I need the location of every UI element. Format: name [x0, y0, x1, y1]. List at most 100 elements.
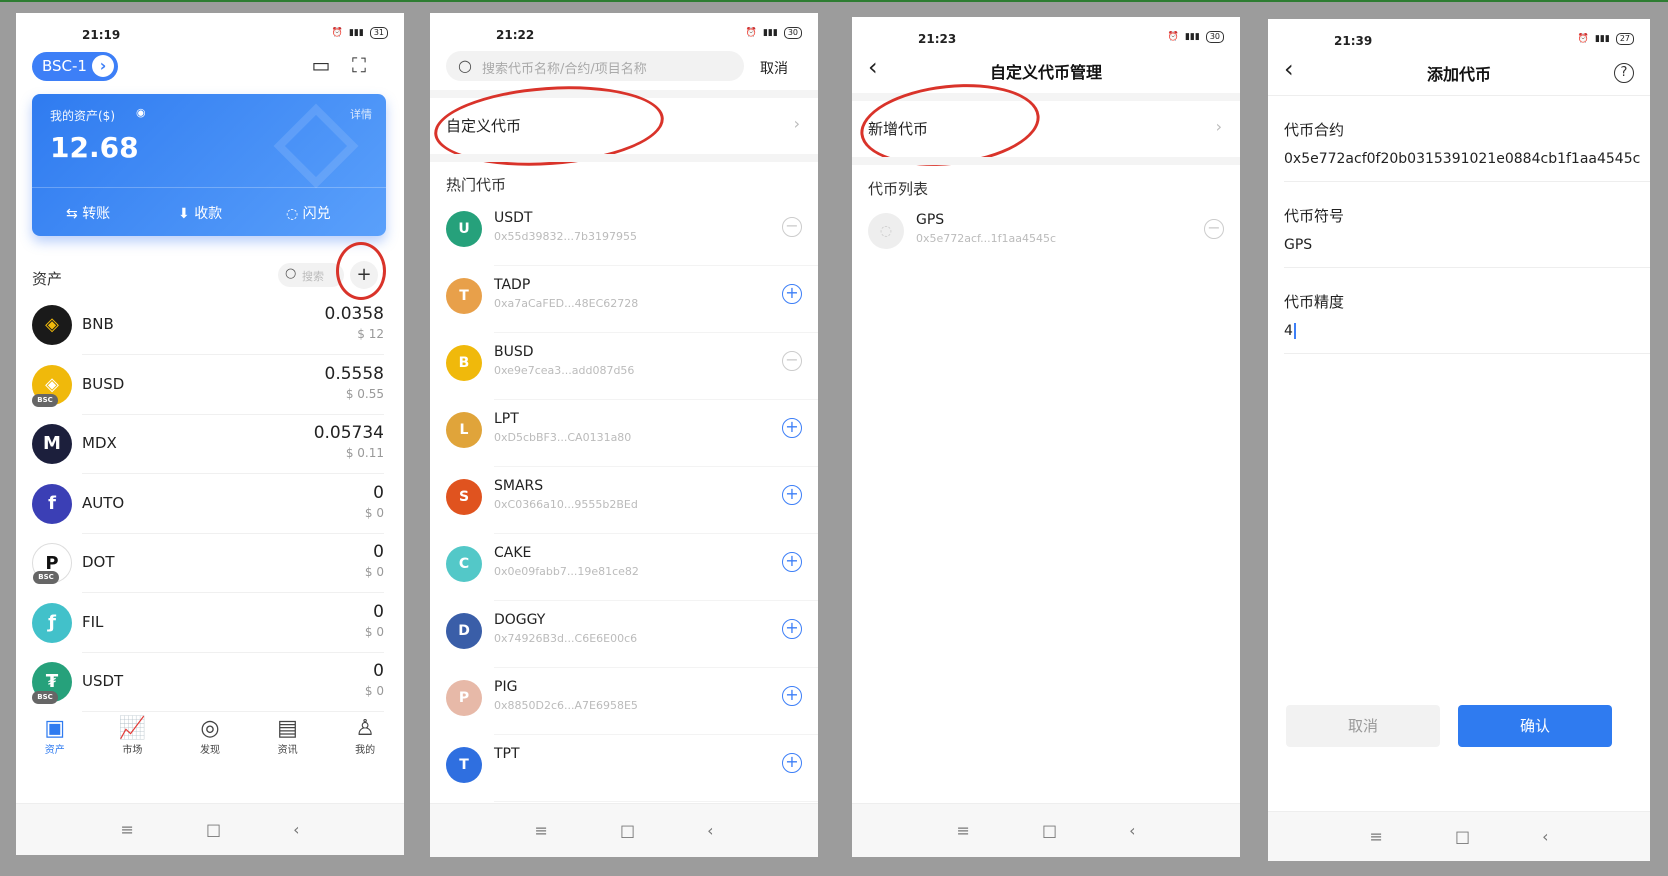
field-divider	[1284, 353, 1650, 354]
screen-add-token: 21:39 ⏰ ▮▮▮ 27 ‹ 添加代币 ? 代币合约 0x5e772acf0f2…	[1268, 19, 1650, 861]
red-annotation-circle	[336, 242, 386, 300]
detail-link[interactable]: 详情	[350, 106, 372, 122]
list-item[interactable]: P PIG 0x8850D2c6...A7E6958E5 +	[430, 668, 818, 735]
tab-news-label: 资讯	[277, 745, 298, 756]
asset-row[interactable]: ◈ BNB 0.0358 $ 12	[16, 295, 404, 355]
decimals-input[interactable]: 4	[1284, 323, 1650, 339]
alarm-icon: ⏰	[745, 28, 757, 38]
asset-row[interactable]: ◈ BSC BUSD 0.5558 $ 0.55	[16, 355, 404, 415]
scan-icon[interactable]: ⛶	[346, 53, 372, 79]
add-token-button[interactable]: +	[782, 686, 802, 706]
menu-icon[interactable]: ≡	[121, 820, 134, 839]
asset-amount: 0	[373, 542, 384, 562]
menu-icon[interactable]: ≡	[1370, 827, 1383, 846]
add-token-button[interactable]: +	[782, 485, 802, 505]
tab-assets-label: 资产	[44, 745, 65, 756]
list-item[interactable]: C CAKE 0x0e09fabb7...19e81ce82 +	[430, 534, 818, 601]
battery-level: 27	[1615, 33, 1634, 45]
chain-selector-button[interactable]: BSC-1 ›	[32, 52, 118, 81]
back-icon[interactable]: ‹	[293, 820, 299, 839]
add-token-button[interactable]: +	[782, 552, 802, 572]
list-item[interactable]: L LPT 0xD5cbBF3...CA0131a80 +	[430, 400, 818, 467]
asset-row[interactable]: P BSC DOT 0 $ 0	[16, 533, 404, 593]
home-icon[interactable]: □	[206, 820, 221, 839]
token-symbol: USDT	[494, 210, 533, 226]
tab-assets[interactable]: ▣ 资产	[16, 709, 94, 763]
token-address: 0xe9e7cea3...add087d56	[494, 364, 635, 377]
token-symbol: GPS	[916, 212, 945, 228]
asset-symbol: MDX	[82, 434, 117, 452]
receive-label: 收款	[194, 206, 223, 222]
list-item[interactable]: ◌ GPS 0x5e772acf...1f1aa4545c −	[852, 201, 1240, 268]
symbol-input[interactable]: GPS	[1284, 237, 1650, 253]
home-icon[interactable]: □	[620, 821, 635, 840]
asset-usd-value: $ 0.55	[345, 386, 384, 401]
token-address: 0xD5cbBF3...CA0131a80	[494, 431, 632, 444]
token-address: 0xa7aCaFED...48EC62728	[494, 297, 639, 310]
add-token-button[interactable]: +	[782, 418, 802, 438]
status-icons: ⏰ ▮▮▮ 27	[1578, 33, 1634, 45]
remove-token-button[interactable]: −	[782, 217, 802, 237]
tab-discover[interactable]: ◎ 发现	[171, 709, 249, 763]
wallet-manage-icon[interactable]: ▭	[308, 53, 334, 79]
cancel-button[interactable]: 取消	[1286, 705, 1440, 747]
asset-search-input[interactable]: ○ 搜索	[278, 263, 344, 287]
asset-usd-value: $ 0	[364, 505, 384, 520]
status-time: 21:19	[82, 28, 121, 42]
receive-button[interactable]: ⬇ 收款	[178, 203, 222, 223]
divider-band	[430, 154, 818, 162]
asset-row[interactable]: M MDX 0.05734 $ 0.11	[16, 414, 404, 474]
token-logo: M	[32, 424, 72, 464]
list-item[interactable]: U USDT 0x55d39832...7b3197955 −	[430, 199, 818, 266]
transfer-button[interactable]: ⇆ 转账	[66, 203, 110, 223]
token-logo: f	[32, 483, 72, 524]
contract-input[interactable]: 0x5e772acf0f20b0315391021e0884cb1f1aa454…	[1284, 151, 1650, 167]
back-icon[interactable]: ‹	[707, 821, 713, 840]
tab-market[interactable]: 📈 市场	[94, 709, 172, 763]
token-search-input[interactable]: ○ 搜索代币名称/合约/项目名称	[446, 51, 744, 81]
back-icon[interactable]: ‹	[1129, 821, 1135, 840]
system-nav-bar: ≡ □ ‹	[1268, 811, 1650, 861]
menu-icon[interactable]: ≡	[957, 821, 970, 840]
asset-usd-value: $ 0	[364, 565, 384, 579]
asset-row[interactable]: ₮ BSC USDT 0 $ 0	[16, 652, 404, 712]
tab-me[interactable]: ♙ 我的	[326, 709, 404, 763]
token-symbol: CAKE	[494, 545, 532, 561]
confirm-button[interactable]: 确认	[1458, 705, 1612, 747]
list-item[interactable]: T TADP 0xa7aCaFED...48EC62728 +	[430, 266, 818, 333]
status-time: 21:22	[496, 28, 535, 42]
symbol-label: 代币符号	[1284, 207, 1345, 225]
token-logo: P BSC	[32, 543, 72, 584]
list-item[interactable]: D DOGGY 0x74926B3d...C6E6E00c6 +	[430, 601, 818, 668]
list-item[interactable]: S SMARS 0xC0366a10...9555b2BEd +	[430, 467, 818, 534]
wallet-icon: ▣	[44, 716, 66, 741]
swap-button[interactable]: ◌ 闪兑	[286, 203, 331, 223]
token-symbol: DOGGY	[494, 612, 546, 628]
asset-row[interactable]: f AUTO 0 $ 0	[16, 474, 404, 534]
cancel-button[interactable]: 取消	[760, 58, 788, 78]
eye-icon[interactable]: ◉	[136, 106, 146, 119]
asset-symbol: AUTO	[82, 493, 125, 512]
token-logo: L	[446, 412, 482, 448]
add-token-button[interactable]: +	[782, 284, 802, 304]
list-item[interactable]: T TPT +	[430, 735, 818, 802]
menu-icon[interactable]: ≡	[535, 821, 548, 840]
home-icon[interactable]: □	[1455, 827, 1470, 846]
help-icon[interactable]: ?	[1614, 63, 1634, 83]
home-icon[interactable]: □	[1042, 821, 1057, 840]
token-symbol: SMARS	[494, 478, 544, 494]
add-token-button[interactable]: +	[782, 619, 802, 639]
remove-token-button[interactable]: −	[782, 351, 802, 371]
token-address: 0x55d39832...7b3197955	[494, 230, 637, 243]
list-item[interactable]: B BUSD 0xe9e7cea3...add087d56 −	[430, 333, 818, 400]
alarm-icon: ⏰	[1577, 34, 1589, 44]
bsc-badge: BSC	[32, 691, 58, 704]
asset-row[interactable]: ƒ FIL 0 $ 0	[16, 593, 404, 653]
add-token-button[interactable]: +	[782, 753, 802, 773]
status-time: 21:23	[918, 32, 957, 46]
system-nav-bar: ≡ □ ‹	[852, 803, 1240, 857]
back-icon[interactable]: ‹	[1542, 827, 1548, 846]
token-logo: ◈	[32, 305, 72, 345]
remove-token-button[interactable]: −	[1204, 219, 1224, 239]
tab-news[interactable]: ▤ 资讯	[249, 709, 327, 763]
